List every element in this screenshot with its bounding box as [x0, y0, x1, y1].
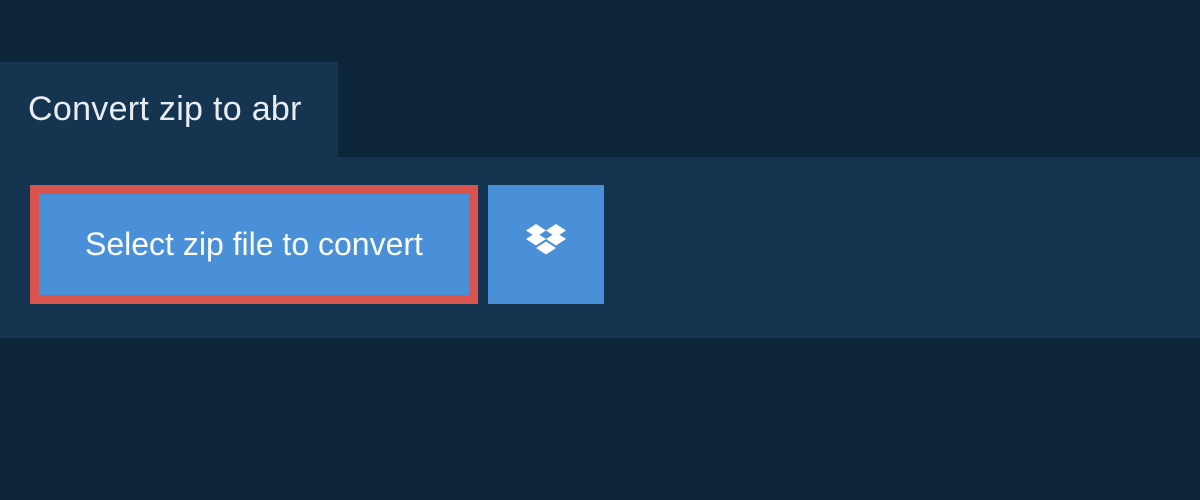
- select-file-label: Select zip file to convert: [85, 226, 423, 263]
- tab-header: Convert zip to abr: [0, 62, 338, 157]
- button-row: Select zip file to convert: [30, 185, 1170, 304]
- content-panel: Select zip file to convert: [0, 157, 1200, 338]
- dropbox-icon: [526, 224, 566, 265]
- page-title: Convert zip to abr: [28, 90, 302, 129]
- select-file-button[interactable]: Select zip file to convert: [30, 185, 478, 304]
- dropbox-button[interactable]: [488, 185, 604, 304]
